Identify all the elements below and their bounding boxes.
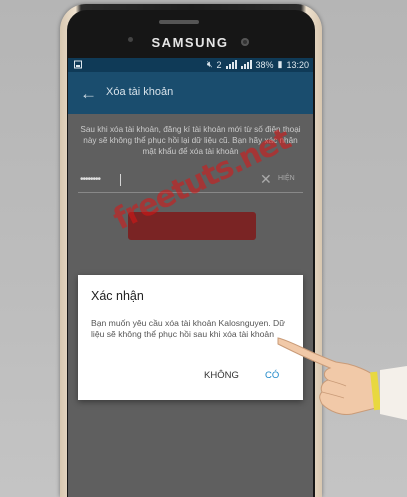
password-field[interactable]: •••••••• ✕ HIỆN [78,170,303,193]
notification-icon [74,60,82,69]
clear-icon[interactable]: ✕ [260,171,272,188]
password-value[interactable]: •••••••• [80,174,101,185]
delete-account-button[interactable] [128,212,256,240]
battery-icon: ▮ [277,59,283,69]
status-bar: 🔇︎ 2 38% ▮ 13:20 [68,58,313,72]
delete-account-description: Sau khi xóa tài khoản, đăng kí tài khoản… [80,125,301,156]
app-bar: ← Xóa tài khoản [68,72,313,114]
dialog-message: Bạn muốn yêu cầu xóa tài khoản Kalosnguy… [91,318,285,339]
confirm-dialog: Xác nhận Bạn muốn yêu cầu xóa tài khoản … [78,275,303,400]
battery-percent: 38% [255,59,274,70]
phone-screen: 🔇︎ 2 38% ▮ 13:20 ← Xóa tài khoản Sau khi… [68,58,313,497]
page-title: Xóa tài khoản [106,86,174,98]
mute-icon: 🔇︎ [206,59,213,69]
pointing-hand-icon [277,337,407,420]
signal-icon [225,60,237,69]
content-area: Sau khi xóa tài khoản, đăng kí tài khoản… [68,114,313,497]
text-cursor [120,174,121,186]
clock: 13:20 [286,59,309,70]
network-sim-icon: 2 [216,59,222,70]
cancel-button[interactable]: KHÔNG [204,370,239,381]
back-arrow-icon[interactable]: ← [80,84,97,104]
signal-2-icon [240,60,252,69]
dialog-title: Xác nhận [91,289,144,303]
brand-logo: SAMSUNG [151,35,229,50]
front-camera [241,38,249,46]
show-password-button[interactable]: HIỆN [278,175,295,182]
earpiece-speaker [159,20,199,24]
